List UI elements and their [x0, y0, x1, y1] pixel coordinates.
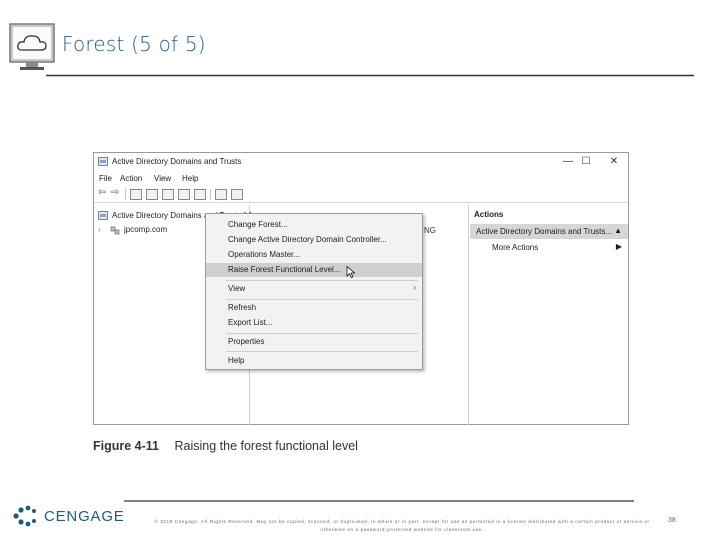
expand-arrow-icon[interactable]: ›	[98, 225, 101, 234]
figure-caption-text: Raising the forest functional level	[174, 439, 358, 453]
header-divider	[46, 74, 694, 77]
actions-header: Actions	[474, 210, 504, 219]
menu-item-refresh[interactable]: Refresh	[206, 301, 422, 315]
close-button[interactable]: ✕	[606, 155, 622, 168]
menu-item-properties[interactable]: Properties	[206, 335, 422, 349]
figure-label: Figure 4-11	[93, 439, 159, 453]
menu-item-view[interactable]: View ›	[206, 282, 422, 296]
menu-action[interactable]: Action	[120, 174, 142, 183]
menu-item-label: Raise Forest Functional Level...	[228, 265, 341, 274]
ad-domains-trusts-window: Active Directory Domains and Trusts — ☐ …	[93, 152, 629, 425]
more-actions-link[interactable]: More Actions	[492, 243, 538, 252]
menubar: File Action View Help	[94, 172, 628, 185]
minimize-button[interactable]: —	[560, 155, 576, 168]
tree-domain-label: jpcomp.com	[124, 225, 168, 234]
app-icon	[98, 157, 108, 166]
menu-item-raise-forest-level[interactable]: Raise Forest Functional Level...	[206, 263, 422, 278]
slide-title: Forest (5 of 5)	[62, 32, 206, 56]
menu-separator	[226, 299, 418, 300]
copyright-notice: © 2018 Cengage. All Rights Reserved. May…	[154, 519, 650, 532]
menu-item-operations-master[interactable]: Operations Master...	[206, 248, 422, 262]
cloud-monitor-icon	[9, 23, 55, 70]
menu-item-label: Operations Master...	[228, 250, 301, 259]
menu-item-label: Properties	[228, 337, 265, 346]
menu-separator	[226, 351, 418, 352]
window-title: Active Directory Domains and Trusts	[112, 157, 242, 166]
menu-item-label: Change Forest...	[228, 220, 288, 229]
menu-item-label: Export List...	[228, 318, 273, 327]
menu-item-label: Help	[228, 356, 245, 365]
help-icon[interactable]	[215, 189, 227, 200]
figure-caption: Figure 4-11 Raising the forest functiona…	[93, 439, 358, 453]
toolbar-separator	[210, 189, 211, 200]
properties-icon[interactable]	[146, 189, 158, 200]
caret-up-icon[interactable]: ▲	[614, 226, 622, 235]
window-titlebar: Active Directory Domains and Trusts — ☐ …	[94, 153, 628, 171]
page-number: 38	[668, 517, 676, 524]
forward-arrow-icon[interactable]: ⇨	[111, 187, 119, 198]
details-column-text: NG	[424, 226, 436, 235]
menu-item-label: Change Active Directory Domain Controlle…	[228, 235, 387, 244]
menu-item-label: Refresh	[228, 303, 257, 312]
cengage-logo-icon	[13, 505, 36, 527]
show-hide-tree-icon[interactable]	[130, 189, 142, 200]
menu-view[interactable]: View	[154, 174, 171, 183]
domain-icon	[110, 226, 120, 235]
submenu-arrow-icon: ›	[413, 283, 416, 292]
domains-trusts-icon	[98, 211, 108, 220]
menu-separator	[226, 333, 418, 334]
refresh-icon[interactable]	[178, 189, 190, 200]
list-icon[interactable]	[162, 189, 174, 200]
export-icon[interactable]	[194, 189, 206, 200]
context-menu: Change Forest... Change Active Directory…	[205, 213, 423, 370]
actions-selected-item[interactable]: Active Directory Domains and Trusts... ▲	[470, 224, 628, 239]
mouse-cursor-icon	[346, 266, 356, 278]
menu-item-export-list[interactable]: Export List...	[206, 316, 422, 330]
menu-item-help[interactable]: Help	[206, 354, 422, 368]
actions-pane: Actions Active Directory Domains and Tru…	[470, 205, 628, 425]
menu-separator	[226, 280, 418, 281]
menu-item-change-dc[interactable]: Change Active Directory Domain Controlle…	[206, 233, 422, 247]
menu-file[interactable]: File	[99, 174, 112, 183]
toolbar-separator	[125, 189, 126, 200]
menu-item-change-forest[interactable]: Change Forest...	[206, 218, 422, 232]
menu-item-label: View	[228, 284, 246, 293]
maximize-button[interactable]: ☐	[578, 155, 594, 168]
back-arrow-icon[interactable]: ⇦	[98, 187, 106, 198]
chevron-right-icon: ▶	[615, 242, 622, 251]
actions-selected-label: Active Directory Domains and Trusts...	[476, 227, 613, 236]
cengage-logo-text: CENGAGE	[44, 508, 125, 525]
toolbar: ⇦ ⇨	[94, 186, 628, 203]
menu-help[interactable]: Help	[182, 174, 198, 183]
footer-divider	[124, 500, 634, 502]
show-action-pane-icon[interactable]	[231, 189, 243, 200]
